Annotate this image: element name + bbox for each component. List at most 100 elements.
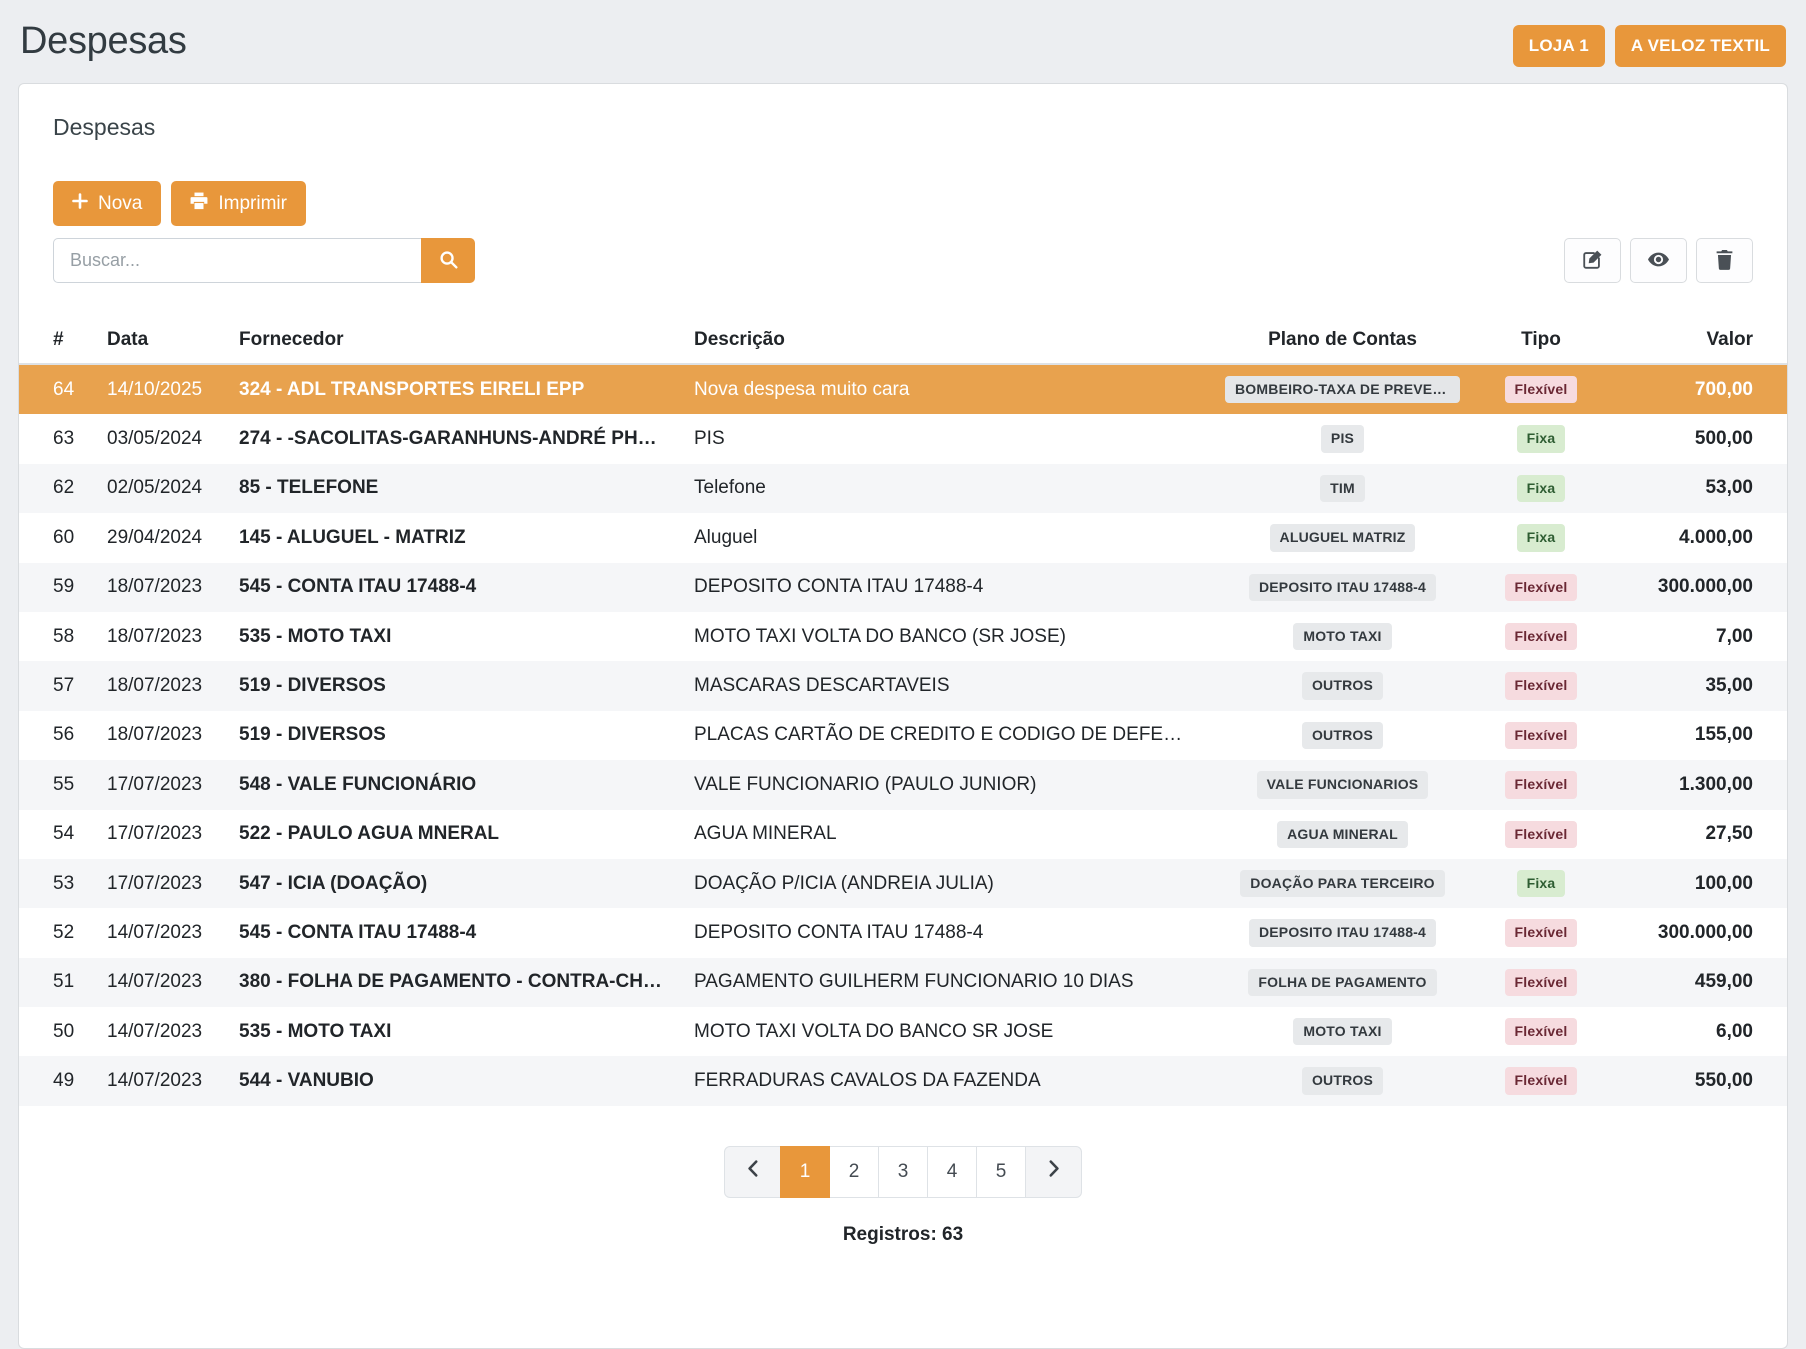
pagination-prev-button[interactable] — [724, 1146, 781, 1198]
table-row[interactable]: 57 18/07/2023 519 - DIVERSOS MASCARAS DE… — [19, 661, 1787, 710]
table-row[interactable]: 52 14/07/2023 545 - CONTA ITAU 17488-4 D… — [19, 908, 1787, 957]
page-button-2[interactable]: 2 — [829, 1146, 879, 1198]
records-count: Registros: 63 — [19, 1224, 1787, 1246]
cell-type: Fixa — [1470, 414, 1612, 463]
despesas-card: Despesas Nova Imprimir — [18, 83, 1788, 1349]
cell-description: AGUA MINERAL — [684, 810, 1215, 859]
cell-plan: OUTROS — [1215, 711, 1470, 760]
cell-supplier: 85 - TELEFONE — [229, 464, 684, 513]
cell-date: 14/10/2025 — [97, 364, 229, 414]
type-badge: Fixa — [1517, 475, 1566, 502]
delete-button[interactable] — [1696, 238, 1753, 283]
cell-date: 17/07/2023 — [97, 859, 229, 908]
cell-plan: MOTO TAXI — [1215, 1007, 1470, 1056]
type-badge: Flexível — [1505, 376, 1578, 403]
imprimir-button[interactable]: Imprimir — [171, 181, 306, 226]
cell-plan: DEPOSITO ITAU 17488-4 — [1215, 563, 1470, 612]
type-badge: Flexível — [1505, 919, 1578, 946]
column-header-descricao: Descrição — [684, 319, 1215, 364]
cell-description: PAGAMENTO GUILHERM FUNCIONARIO 10 DIAS — [684, 958, 1215, 1007]
trash-icon — [1715, 249, 1734, 273]
column-header-id: # — [19, 319, 97, 364]
cell-type: Flexível — [1470, 711, 1612, 760]
chevron-right-icon — [1047, 1160, 1061, 1183]
cell-value: 35,00 — [1612, 661, 1787, 710]
cell-date: 14/07/2023 — [97, 1007, 229, 1056]
cell-description: MOTO TAXI VOLTA DO BANCO (SR JOSE) — [684, 612, 1215, 661]
printer-icon — [190, 192, 208, 216]
table-row[interactable]: 54 17/07/2023 522 - PAULO AGUA MNERAL AG… — [19, 810, 1787, 859]
cell-value: 550,00 — [1612, 1056, 1787, 1105]
card-title: Despesas — [19, 84, 1787, 141]
cell-type: Flexível — [1470, 760, 1612, 809]
cell-type: Flexível — [1470, 1056, 1612, 1105]
cell-date: 14/07/2023 — [97, 1056, 229, 1105]
cell-supplier: 274 - -SACOLITAS-GARANHUNS-ANDRÉ PH… — [229, 414, 684, 463]
cell-description: PIS — [684, 414, 1215, 463]
cell-value: 4.000,00 — [1612, 513, 1787, 562]
column-header-fornecedor: Fornecedor — [229, 319, 684, 364]
page-title: Despesas — [20, 20, 187, 63]
plan-badge: OUTROS — [1302, 722, 1383, 749]
edit-button[interactable] — [1564, 238, 1621, 283]
cell-id: 49 — [19, 1056, 97, 1105]
table-row[interactable]: 60 29/04/2024 145 - ALUGUEL - MATRIZ Alu… — [19, 513, 1787, 562]
table-row[interactable]: 58 18/07/2023 535 - MOTO TAXI MOTO TAXI … — [19, 612, 1787, 661]
eye-icon — [1647, 248, 1670, 274]
page-button-3[interactable]: 3 — [878, 1146, 928, 1198]
table-row[interactable]: 59 18/07/2023 545 - CONTA ITAU 17488-4 D… — [19, 563, 1787, 612]
toolbar: Nova Imprimir — [19, 181, 1787, 226]
plan-badge: ALUGUEL MATRIZ — [1270, 524, 1416, 551]
cell-id: 50 — [19, 1007, 97, 1056]
cell-description: DOAÇÃO P/ICIA (ANDREIA JULIA) — [684, 859, 1215, 908]
table-row[interactable]: 63 03/05/2024 274 - -SACOLITAS-GARANHUNS… — [19, 414, 1787, 463]
plan-badge: PIS — [1321, 425, 1364, 452]
cell-date: 29/04/2024 — [97, 513, 229, 562]
column-header-data: Data — [97, 319, 229, 364]
cell-id: 57 — [19, 661, 97, 710]
cell-supplier: 547 - ICIA (DOAÇÃO) — [229, 859, 684, 908]
cell-type: Fixa — [1470, 464, 1612, 513]
type-badge: Fixa — [1517, 425, 1566, 452]
cell-plan: MOTO TAXI — [1215, 612, 1470, 661]
page-button-5[interactable]: 5 — [976, 1146, 1026, 1198]
type-badge: Flexível — [1505, 623, 1578, 650]
loja-button[interactable]: LOJA 1 — [1513, 25, 1605, 67]
cell-supplier: 535 - MOTO TAXI — [229, 1007, 684, 1056]
table-row[interactable]: 64 14/10/2025 324 - ADL TRANSPORTES EIRE… — [19, 364, 1787, 414]
search-group — [53, 238, 475, 283]
table-row[interactable]: 62 02/05/2024 85 - TELEFONE Telefone TIM… — [19, 464, 1787, 513]
imprimir-button-label: Imprimir — [218, 193, 287, 215]
cell-id: 56 — [19, 711, 97, 760]
page-button-1[interactable]: 1 — [780, 1146, 830, 1198]
cell-type: Flexível — [1470, 612, 1612, 661]
view-button[interactable] — [1630, 238, 1687, 283]
header-buttons: LOJA 1 A VELOZ TEXTIL — [1513, 25, 1786, 67]
cell-supplier: 519 - DIVERSOS — [229, 711, 684, 760]
chevron-left-icon — [746, 1160, 760, 1183]
cell-date: 02/05/2024 — [97, 464, 229, 513]
cell-value: 300.000,00 — [1612, 563, 1787, 612]
cell-id: 63 — [19, 414, 97, 463]
table-row[interactable]: 49 14/07/2023 544 - VANUBIO FERRADURAS C… — [19, 1056, 1787, 1105]
page-button-4[interactable]: 4 — [927, 1146, 977, 1198]
nova-button[interactable]: Nova — [53, 181, 161, 226]
table-row[interactable]: 55 17/07/2023 548 - VALE FUNCIONÁRIO VAL… — [19, 760, 1787, 809]
search-input[interactable] — [53, 238, 421, 283]
cell-id: 62 — [19, 464, 97, 513]
cell-value: 700,00 — [1612, 364, 1787, 414]
cell-value: 300.000,00 — [1612, 908, 1787, 957]
cell-supplier: 522 - PAULO AGUA MNERAL — [229, 810, 684, 859]
table-row[interactable]: 53 17/07/2023 547 - ICIA (DOAÇÃO) DOAÇÃO… — [19, 859, 1787, 908]
cell-supplier: 545 - CONTA ITAU 17488-4 — [229, 908, 684, 957]
pagination-next-button[interactable] — [1025, 1146, 1082, 1198]
plan-badge: MOTO TAXI — [1293, 1018, 1391, 1045]
search-button[interactable] — [421, 238, 475, 283]
cell-id: 52 — [19, 908, 97, 957]
table-row[interactable]: 51 14/07/2023 380 - FOLHA DE PAGAMENTO -… — [19, 958, 1787, 1007]
table-row[interactable]: 56 18/07/2023 519 - DIVERSOS PLACAS CART… — [19, 711, 1787, 760]
table-row[interactable]: 50 14/07/2023 535 - MOTO TAXI MOTO TAXI … — [19, 1007, 1787, 1056]
type-badge: Flexível — [1505, 722, 1578, 749]
company-button[interactable]: A VELOZ TEXTIL — [1615, 25, 1786, 67]
pagination: 12345 — [19, 1146, 1787, 1198]
